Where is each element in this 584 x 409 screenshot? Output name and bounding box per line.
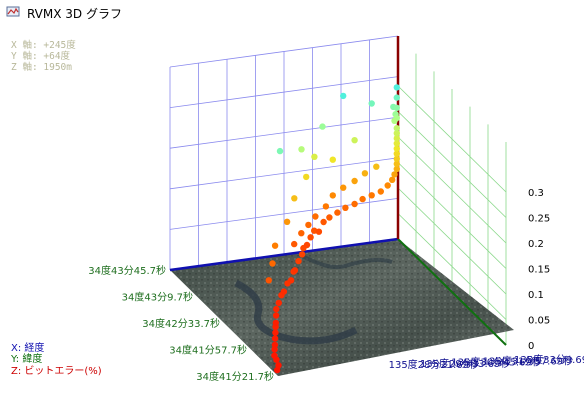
data-point bbox=[273, 305, 280, 313]
z-tick-label: 0.3 bbox=[528, 188, 544, 199]
data-point bbox=[303, 241, 311, 249]
data-point bbox=[368, 192, 375, 199]
data-point bbox=[361, 170, 369, 177]
data-point bbox=[272, 312, 280, 319]
data-point bbox=[393, 125, 400, 132]
data-point bbox=[271, 335, 279, 342]
app-icon bbox=[6, 6, 20, 17]
data-point bbox=[272, 319, 279, 327]
x-tick-label: 135度28分21.69秒 bbox=[389, 358, 479, 371]
data-point bbox=[351, 177, 358, 185]
title-bar: RVMX 3D グラフ bbox=[0, 0, 584, 26]
data-point bbox=[298, 251, 306, 258]
z-tick-label: 0.05 bbox=[528, 316, 550, 327]
data-point bbox=[391, 117, 398, 125]
data-point bbox=[319, 123, 326, 130]
data-point bbox=[377, 188, 384, 195]
data-point bbox=[384, 182, 391, 189]
data-point bbox=[271, 242, 279, 249]
data-point bbox=[334, 209, 341, 216]
data-point bbox=[271, 352, 278, 359]
data-point bbox=[275, 362, 282, 369]
data-point bbox=[265, 277, 272, 284]
data-point bbox=[322, 203, 330, 210]
data-point bbox=[315, 228, 323, 235]
data-point bbox=[283, 218, 291, 225]
y-tick-label: 34度41分21.7秒 bbox=[196, 370, 274, 383]
data-point bbox=[291, 267, 299, 274]
data-point bbox=[329, 156, 336, 163]
data-point bbox=[295, 257, 302, 265]
data-point bbox=[351, 137, 358, 144]
data-point bbox=[298, 146, 305, 153]
data-point bbox=[393, 104, 400, 112]
data-point bbox=[368, 100, 375, 107]
readout-x: X 軸: +245度 bbox=[11, 39, 76, 51]
data-point bbox=[305, 221, 312, 229]
data-point bbox=[373, 163, 380, 170]
data-point bbox=[351, 200, 358, 208]
data-point bbox=[393, 94, 400, 101]
legend-x: X: 経度 bbox=[11, 341, 44, 354]
data-point bbox=[326, 214, 333, 221]
z-tick-label: 0 bbox=[528, 341, 534, 352]
window-title: RVMX 3D グラフ bbox=[27, 7, 122, 21]
readout-y: Y 軸: +64度 bbox=[11, 50, 71, 62]
data-point bbox=[287, 277, 295, 284]
data-point bbox=[340, 184, 347, 191]
chart-area[interactable]: 0.3 0.25 0.2 0.15 0.1 0.05 0 34度43分45.7秒 34度43分9… bbox=[0, 26, 584, 405]
data-point bbox=[393, 84, 400, 91]
y-tick-label: 34度42分33.7秒 bbox=[142, 317, 220, 330]
z-tick-label: 0.1 bbox=[528, 290, 544, 301]
data-point bbox=[291, 195, 298, 202]
data-point bbox=[342, 204, 349, 211]
legend-y: Y: 緯度 bbox=[10, 352, 42, 365]
data-point bbox=[298, 230, 305, 237]
data-point bbox=[280, 288, 288, 295]
data-point bbox=[307, 234, 314, 241]
legend-z: Z: ビットエラー(%) bbox=[11, 365, 102, 377]
data-point bbox=[311, 153, 318, 160]
y-tick-label: 34度41分57.7秒 bbox=[169, 344, 247, 357]
data-point bbox=[303, 173, 310, 181]
data-point bbox=[269, 260, 276, 267]
readout-z: Z 軸: 1950m bbox=[11, 61, 72, 73]
chart-svg[interactable]: 0.3 0.25 0.2 0.15 0.1 0.05 0 34度43分45.7秒 34度43分9… bbox=[0, 26, 584, 405]
data-point bbox=[276, 147, 284, 155]
data-point bbox=[359, 195, 366, 203]
data-point bbox=[320, 218, 327, 226]
y-tick-label: 34度43分45.7秒 bbox=[88, 264, 166, 277]
data-point bbox=[312, 213, 319, 220]
z-tick-label: 0.25 bbox=[528, 214, 550, 225]
data-point bbox=[271, 341, 279, 349]
data-point bbox=[291, 240, 298, 248]
data-point bbox=[275, 299, 282, 307]
data-point bbox=[340, 92, 347, 100]
data-point bbox=[272, 329, 279, 336]
y-tick-label: 34度43分9.7秒 bbox=[122, 291, 193, 304]
data-point bbox=[329, 192, 336, 199]
z-tick-label: 0.2 bbox=[528, 239, 544, 250]
z-tick-label: 0.15 bbox=[528, 265, 550, 276]
